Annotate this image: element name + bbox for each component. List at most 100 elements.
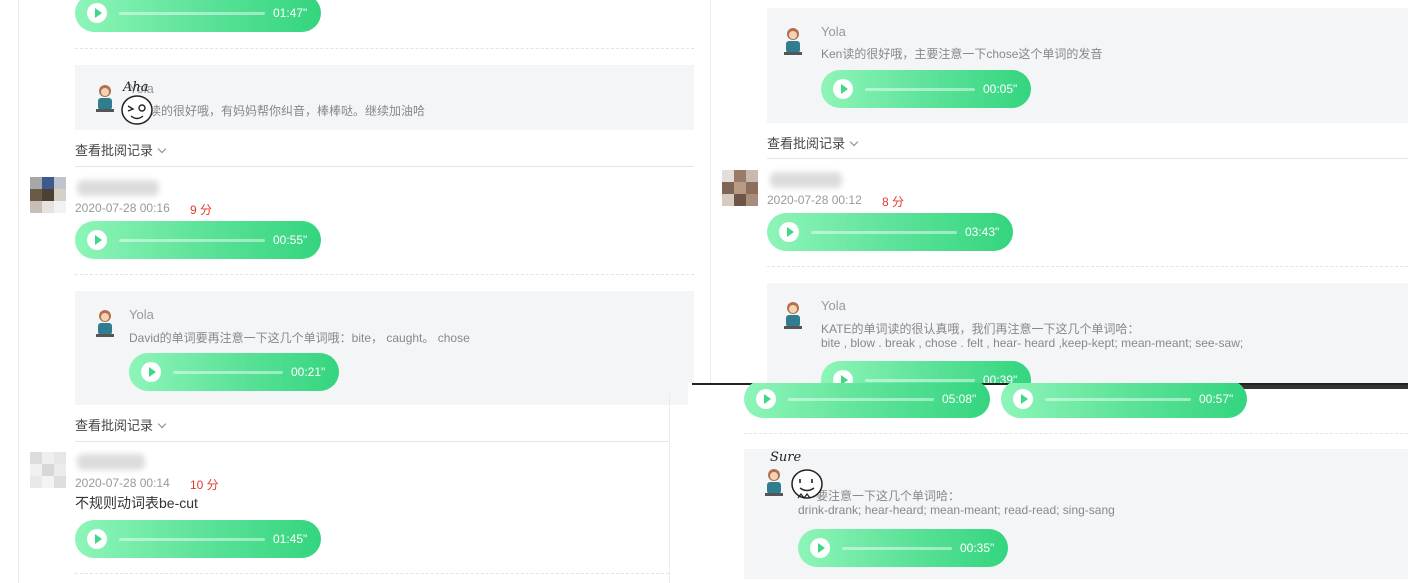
submission-score: 10 分 [190, 478, 219, 492]
progress-track[interactable] [119, 537, 265, 541]
doodle-sticker: Sure [768, 450, 828, 508]
divider [75, 573, 669, 574]
progress-track[interactable] [865, 378, 975, 382]
duration-label: 00:39" [983, 373, 1018, 383]
teacher-review: 要注意一下这几个单词哈： drink-drank; hear-heard; me… [744, 449, 1408, 579]
view-review-history-button[interactable]: 查看批阅记录 [75, 415, 167, 434]
play-icon[interactable] [87, 230, 107, 250]
play-icon[interactable] [810, 538, 830, 558]
view-review-history-button[interactable]: 查看批阅记录 [75, 140, 167, 159]
student-name-blurred [770, 172, 842, 188]
audio-player[interactable]: 00:21" [129, 353, 339, 391]
submission-title: 不规则动词表be-cut [75, 495, 198, 511]
submission-score: 8 分 [882, 195, 905, 209]
sticker-text: Aha [123, 80, 149, 95]
review-comment-line-1: KATE的单词读的很认真哦，我们再注意一下这几个单词哈： [821, 322, 1140, 336]
duration-label: 00:21" [291, 365, 326, 379]
teacher-avatar [96, 310, 114, 337]
submission-date: 2020-07-28 00:14 [75, 476, 170, 490]
audio-player[interactable]: 00:55" [75, 221, 321, 259]
teacher-review: Yola 读的很好哦，有妈妈帮你纠音，棒棒哒。继续加油哈 [75, 65, 694, 130]
audio-player[interactable]: 00:05" [821, 70, 1031, 108]
teacher-review: Yola KATE的单词读的很认真哦，我们再注意一下这几个单词哈： bite ,… [767, 283, 1408, 383]
review-comment-line-1: 要注意一下这几个单词哈： [816, 489, 961, 503]
teacher-avatar [784, 302, 802, 329]
play-icon[interactable] [141, 362, 161, 382]
submission-score: 9 分 [190, 203, 213, 217]
play-icon[interactable] [87, 3, 107, 23]
teacher-name: Yola [129, 307, 154, 322]
review-comment: 读的很好哦，有妈妈帮你纠音，棒棒哒。继续加油哈 [149, 104, 426, 118]
view-review-history-button[interactable]: 查看批阅记录 [767, 133, 859, 152]
progress-track[interactable] [842, 546, 952, 550]
submission-date: 2020-07-28 00:12 [767, 193, 862, 207]
duration-label: 05:08" [942, 392, 977, 406]
student-avatar [30, 177, 66, 213]
duration-label: 00:55" [273, 233, 308, 247]
play-icon[interactable] [756, 389, 776, 409]
student-avatar [722, 170, 758, 206]
review-comment-line-2: bite , blow . break , chose . felt , hea… [821, 336, 1244, 350]
duration-label: 00:57" [1199, 392, 1234, 406]
play-icon[interactable] [87, 529, 107, 549]
audio-player[interactable]: 00:35" [798, 529, 1008, 567]
progress-track[interactable] [811, 230, 957, 234]
progress-track[interactable] [173, 370, 283, 374]
audio-player[interactable]: 03:43" [767, 213, 1013, 251]
smiley-face-icon [121, 95, 153, 125]
divider [767, 158, 1408, 159]
progress-track[interactable] [1045, 397, 1191, 401]
right-panel: Yola Ken读的很好哦，主要注意一下chose这个单词的发音 00:05" … [710, 0, 1408, 383]
left-panel-right-edge [669, 392, 670, 583]
audio-player[interactable]: 00:39" [821, 361, 1031, 383]
review-comment-line-2: drink-drank; hear-heard; mean-meant; rea… [798, 503, 1115, 517]
left-panel-border [18, 0, 19, 583]
audio-player[interactable]: 05:08" [744, 383, 990, 418]
chevron-down-icon [157, 419, 167, 429]
doodle-sticker: Aha [118, 80, 158, 126]
progress-track[interactable] [865, 87, 975, 91]
divider [75, 48, 694, 49]
teacher-review: Yola David的单词要再注意一下这几个单词哦：bite， caught。 … [75, 291, 694, 405]
toggle-label: 查看批阅记录 [767, 136, 846, 151]
duration-label: 00:35" [960, 541, 995, 555]
teacher-avatar [784, 28, 802, 55]
divider [75, 441, 669, 442]
student-name-blurred [77, 180, 159, 196]
review-comment: Ken读的很好哦，主要注意一下chose这个单词的发音 [821, 47, 1103, 61]
divider [744, 433, 1408, 434]
student-name-blurred [77, 454, 145, 470]
duration-label: 00:05" [983, 82, 1018, 96]
divider [75, 274, 694, 275]
student-avatar [30, 452, 66, 488]
chevron-down-icon [157, 144, 167, 154]
duration-label: 01:47" [273, 6, 308, 20]
chevron-down-icon [849, 137, 859, 147]
divider [75, 166, 694, 167]
toggle-label: 查看批阅记录 [75, 418, 154, 433]
progress-track[interactable] [788, 397, 934, 401]
smiley-face-icon [791, 469, 823, 499]
screenshot-collage: 01:47" Yola 读的很好哦，有妈妈帮你纠音，棒棒哒。继续加油哈 查看批阅… [0, 0, 1408, 583]
audio-player[interactable]: 01:45" [75, 520, 321, 558]
submission-date: 2020-07-28 00:16 [75, 201, 170, 215]
duration-label: 03:43" [965, 225, 1000, 239]
sticker-text: Sure [770, 450, 802, 465]
audio-player[interactable]: 01:47" [75, 0, 321, 32]
play-icon[interactable] [833, 370, 853, 383]
teacher-name: Yola [821, 298, 846, 313]
teacher-name: Yola [821, 24, 846, 39]
teacher-avatar [96, 85, 114, 112]
play-icon[interactable] [1013, 389, 1033, 409]
progress-track[interactable] [119, 11, 265, 15]
teacher-review: Yola Ken读的很好哦，主要注意一下chose这个单词的发音 00:05" [767, 8, 1408, 123]
review-comment: David的单词要再注意一下这几个单词哦：bite， caught。 chose [129, 331, 470, 345]
play-icon[interactable] [833, 79, 853, 99]
progress-track[interactable] [119, 238, 265, 242]
audio-player[interactable]: 00:57" [1001, 383, 1247, 418]
play-icon[interactable] [779, 222, 799, 242]
divider [767, 266, 1408, 267]
duration-label: 01:45" [273, 532, 308, 546]
right-panel-border [710, 0, 711, 383]
toggle-label: 查看批阅记录 [75, 143, 154, 158]
